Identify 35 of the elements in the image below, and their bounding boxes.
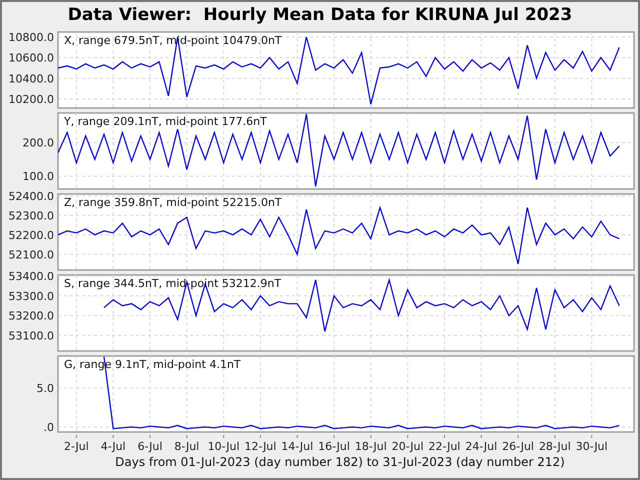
y-tick-label: 53100.0 — [8, 329, 54, 342]
y-tick-label: 10200.0 — [8, 93, 54, 106]
x-tick-label: 14-Jul — [281, 440, 314, 453]
y-tick-label: .0 — [44, 421, 54, 434]
x-tick-label: 10-Jul — [208, 440, 240, 453]
x-tick-label: 26-Jul — [502, 440, 534, 453]
y-tick-label: 52300.0 — [8, 209, 54, 222]
x-tick-label: 16-Jul — [318, 440, 350, 453]
y-tick-label: 53200.0 — [8, 310, 54, 323]
x-tick-label: 6-Jul — [138, 440, 162, 453]
x-tick-label: 2-Jul — [64, 440, 89, 453]
x-tick-label: 12-Jul — [244, 440, 276, 453]
x-tick-label: 30-Jul — [576, 440, 608, 453]
x-tick-label: 22-Jul — [428, 440, 460, 453]
y-tick-label: 53400.0 — [8, 270, 54, 283]
y-tick-label: 200.0 — [22, 136, 54, 150]
y-tick-label: 52400.0 — [8, 190, 54, 203]
x-tick-label: 24-Jul — [465, 440, 498, 453]
x-tick-label: 28-Jul — [538, 440, 571, 453]
y-tick-label: 52100.0 — [8, 248, 54, 262]
x-tick-label: 20-Jul — [392, 440, 424, 453]
panel-label: Z, range 359.8nT, mid-point 52215.0nT — [64, 196, 282, 209]
panel-label: Y, range 209.1nT, mid-point 177.6nT — [64, 115, 267, 128]
y-tick-label: 10800.0 — [8, 30, 54, 44]
x-tick-label: 18-Jul — [354, 440, 387, 453]
x-tick-label: 8-Jul — [174, 440, 200, 453]
y-tick-label: 53300.0 — [8, 290, 54, 303]
y-tick-label: 100.0 — [22, 170, 54, 184]
axis-title: Days from 01-Jul-2023 (day number 182) to 31-Jul-2023 (day number 212) — [115, 454, 565, 471]
y-tick-label: 10600.0 — [8, 52, 54, 65]
chart-title: Data Viewer: Hourly Mean Data for KIRUNA Jul 2023 — [68, 4, 572, 28]
y-tick-label: 5.0 — [36, 382, 54, 395]
x-tick-label: 4-Jul — [100, 440, 126, 453]
y-tick-label: 10400.0 — [8, 72, 54, 86]
y-tick-label: 52200.0 — [8, 228, 54, 242]
